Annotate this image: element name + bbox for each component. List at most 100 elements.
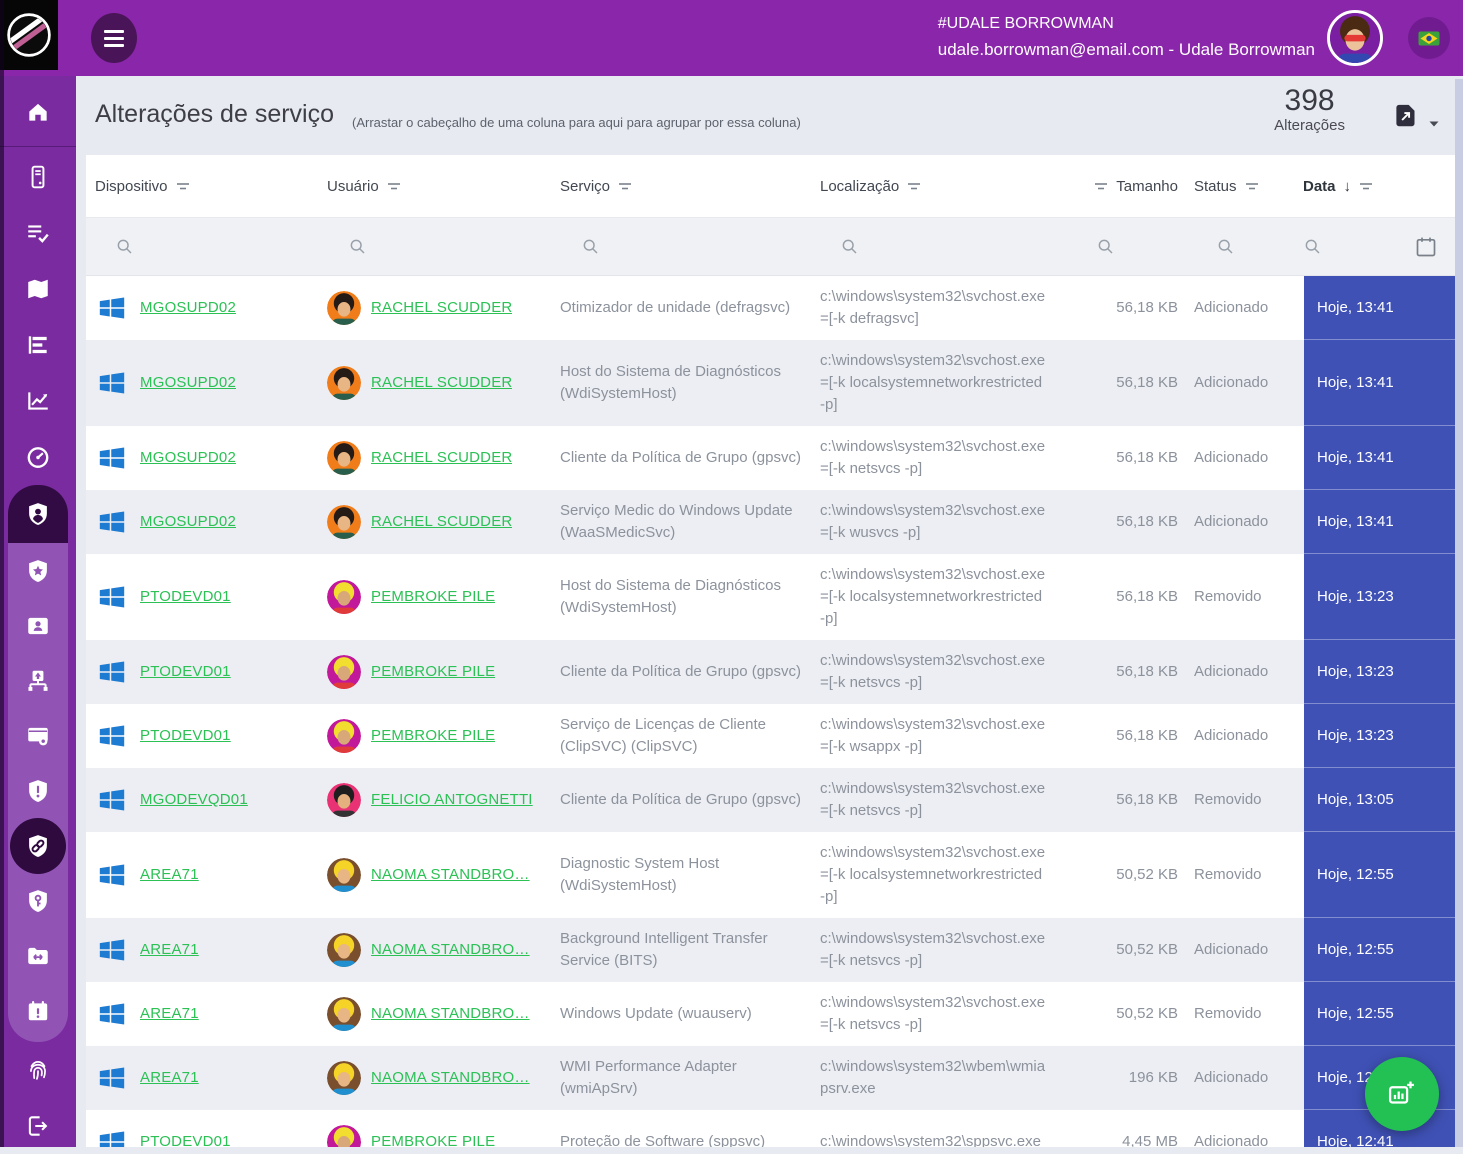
column-header-usuario[interactable]: Usuário — [327, 178, 560, 195]
search-status-input[interactable] — [1178, 237, 1290, 256]
sidebar-item-map[interactable] — [0, 261, 76, 317]
calendar-icon[interactable] — [1414, 235, 1438, 259]
date-text: Hoje, 12:55 — [1304, 918, 1455, 982]
filter-icon[interactable] — [176, 180, 190, 192]
windows-icon — [97, 935, 127, 965]
user-link[interactable]: NAOMA STANDBRO… — [371, 1003, 530, 1025]
search-usuario-input[interactable] — [327, 237, 560, 256]
table-row: PTODEVD01 PEMBROKE PILE Cliente da Polít… — [86, 640, 1455, 704]
user-link[interactable]: PEMBROKE PILE — [371, 661, 495, 683]
sort-desc-icon[interactable]: ↓ — [1344, 178, 1352, 195]
scrollbar[interactable] — [1455, 79, 1463, 1147]
sidebar-divider — [0, 146, 76, 147]
sidebar-item-network-upload[interactable] — [8, 653, 68, 708]
language-button[interactable] — [1408, 17, 1450, 59]
sidebar-item-id-card[interactable] — [8, 598, 68, 653]
sidebar-item-chart-line[interactable] — [0, 373, 76, 429]
sidebar-item-tasks[interactable] — [0, 205, 76, 261]
device-link[interactable]: MGOSUPD02 — [140, 447, 236, 469]
size-text: 50,52 KB — [1060, 864, 1178, 886]
search-tamanho-input[interactable] — [1060, 237, 1178, 256]
sidebar-item-shield-link[interactable] — [8, 818, 68, 873]
map-icon — [25, 276, 51, 302]
device-link[interactable]: AREA71 — [140, 939, 199, 961]
device-link[interactable]: PTODEVD01 — [140, 586, 231, 608]
page-title: Alterações de serviço — [95, 100, 334, 129]
table-body: MGOSUPD02 RACHEL SCUDDER Otimizador de u… — [86, 276, 1455, 1147]
device-link[interactable]: AREA71 — [140, 864, 199, 886]
device-link[interactable]: AREA71 — [140, 1067, 199, 1089]
menu-toggle-button[interactable] — [91, 13, 137, 63]
sidebar-main-group — [0, 149, 76, 485]
user-link[interactable]: RACHEL SCUDDER — [371, 372, 512, 394]
device-link[interactable]: MGOSUPD02 — [140, 511, 236, 533]
user-avatar-button[interactable] — [1327, 10, 1383, 66]
user-link[interactable]: FELICIO ANTOGNETTI — [371, 789, 533, 811]
export-button[interactable] — [1392, 102, 1419, 129]
column-header-dispositivo[interactable]: Dispositivo — [95, 178, 327, 195]
user-link[interactable]: NAOMA STANDBRO… — [371, 939, 530, 961]
filter-icon[interactable] — [1359, 180, 1373, 192]
device-link[interactable]: PTODEVD01 — [140, 725, 231, 747]
user-link[interactable]: PEMBROKE PILE — [371, 1131, 495, 1147]
sidebar-item-folder-sync[interactable] — [8, 928, 68, 983]
filter-icon[interactable] — [1245, 180, 1259, 192]
column-header-status[interactable]: Status — [1178, 178, 1290, 195]
sidebar-item-shield-user[interactable] — [8, 485, 68, 543]
sidebar-item-calendar-alert[interactable] — [8, 983, 68, 1038]
sidebar — [0, 76, 76, 1147]
user-link[interactable]: NAOMA STANDBRO… — [371, 1067, 530, 1089]
user-link[interactable]: RACHEL SCUDDER — [371, 447, 512, 469]
column-header-servico[interactable]: Serviço — [560, 178, 820, 195]
search-localizacao-input[interactable] — [820, 237, 1060, 256]
location-text: c:\windows\system32\svchost.exe=[-k loca… — [820, 842, 1060, 908]
status-text: Removido — [1178, 1003, 1290, 1025]
sidebar-item-shield-key[interactable] — [8, 873, 68, 928]
sidebar-item-chart-bars[interactable] — [0, 317, 76, 373]
add-report-fab[interactable] — [1365, 1057, 1439, 1131]
user-link[interactable]: PEMBROKE PILE — [371, 586, 495, 608]
location-text: c:\windows\system32\svchost.exe=[-k nets… — [820, 778, 1060, 822]
filter-icon[interactable] — [387, 180, 401, 192]
sidebar-item-window-gear[interactable] — [8, 708, 68, 763]
sidebar-item-devices[interactable] — [0, 149, 76, 205]
filter-icon[interactable] — [1094, 180, 1108, 192]
device-link[interactable]: MGOSUPD02 — [140, 297, 236, 319]
device-link[interactable]: MGOSUPD02 — [140, 372, 236, 394]
user-link[interactable]: RACHEL SCUDDER — [371, 297, 512, 319]
filter-icon[interactable] — [907, 180, 921, 192]
size-text: 50,52 KB — [1060, 939, 1178, 961]
search-servico-input[interactable] — [560, 237, 820, 256]
user-link[interactable]: RACHEL SCUDDER — [371, 511, 512, 533]
column-header-data[interactable]: Data ↓ — [1290, 178, 1455, 195]
device-link[interactable]: PTODEVD01 — [140, 661, 231, 683]
search-data-input[interactable] — [1290, 235, 1455, 259]
table-row: MGOSUPD02 RACHEL SCUDDER Otimizador de u… — [86, 276, 1455, 340]
user-avatar — [327, 783, 361, 817]
user-avatar — [327, 1125, 361, 1147]
sidebar-item-shield-alert[interactable] — [8, 763, 68, 818]
search-icon — [115, 237, 134, 256]
sidebar-top-group — [0, 76, 76, 140]
search-dispositivo-input[interactable] — [95, 237, 327, 256]
service-text: Serviço Medic do Windows Update (WaaSMed… — [560, 500, 820, 544]
sidebar-item-logout[interactable] — [0, 1098, 76, 1154]
column-header-localizacao[interactable]: Localização — [820, 178, 1060, 195]
user-link[interactable]: NAOMA STANDBRO… — [371, 864, 530, 886]
filter-icon[interactable] — [618, 180, 632, 192]
user-avatar — [327, 366, 361, 400]
device-link[interactable]: MGODEVQD01 — [140, 789, 248, 811]
date-text: Hoje, 13:41 — [1304, 276, 1455, 340]
date-text: Hoje, 13:23 — [1304, 554, 1455, 640]
device-link[interactable]: PTODEVD01 — [140, 1131, 231, 1147]
sidebar-item-fingerprint[interactable] — [0, 1042, 76, 1098]
app-logo[interactable] — [0, 0, 58, 70]
sidebar-item-shield-star[interactable] — [8, 543, 68, 598]
windows-icon — [97, 721, 127, 751]
device-link[interactable]: AREA71 — [140, 1003, 199, 1025]
sidebar-item-home[interactable] — [0, 84, 76, 140]
column-header-tamanho[interactable]: Tamanho — [1060, 178, 1178, 195]
user-link[interactable]: PEMBROKE PILE — [371, 725, 495, 747]
export-dropdown-caret[interactable] — [1429, 114, 1439, 120]
sidebar-item-gauge[interactable] — [0, 429, 76, 485]
